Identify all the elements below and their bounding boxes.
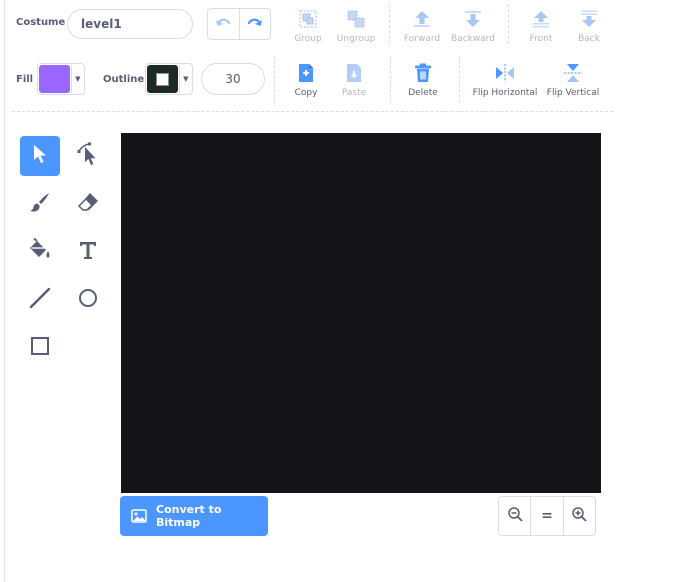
- rectangle-tool[interactable]: [20, 328, 60, 368]
- costume-name-input[interactable]: level1: [67, 9, 193, 39]
- separator: [389, 4, 390, 44]
- outline-color-picker[interactable]: ▼: [145, 63, 193, 95]
- backward-icon: [463, 8, 483, 30]
- text-icon: [78, 240, 98, 264]
- separator: [390, 56, 391, 102]
- front-label: Front: [529, 34, 553, 44]
- brush-tool[interactable]: [20, 184, 60, 224]
- eraser-icon: [77, 191, 99, 217]
- paste-button[interactable]: Paste: [338, 62, 370, 98]
- zoom-controls: =: [498, 496, 596, 536]
- back-label: Back: [578, 34, 600, 44]
- costume-label: Costume: [16, 17, 66, 28]
- reshape-tool[interactable]: [68, 136, 108, 176]
- group-icon: [298, 8, 318, 30]
- ungroup-button[interactable]: Ungroup: [336, 8, 376, 44]
- undo-icon: [215, 15, 231, 34]
- line-tool[interactable]: [20, 280, 60, 320]
- backward-label: Backward: [451, 34, 495, 44]
- outline-width-input[interactable]: 30: [201, 63, 265, 95]
- forward-label: Forward: [403, 34, 441, 44]
- redo-button[interactable]: [240, 9, 271, 39]
- undo-button[interactable]: [208, 9, 240, 39]
- caret-down-icon: ▼: [70, 65, 84, 93]
- outline-label: Outline: [103, 74, 145, 85]
- group-label: Group: [294, 34, 322, 44]
- paint-bucket-icon: [28, 237, 52, 266]
- flip-vertical-button[interactable]: Flip Vertical: [546, 62, 600, 98]
- flip-horizontal-icon: [494, 62, 516, 84]
- reshape-icon: [76, 142, 100, 170]
- back-button[interactable]: Back: [574, 8, 604, 44]
- toolbar-divider: [12, 111, 613, 112]
- backward-button[interactable]: Backward: [450, 8, 496, 44]
- zoom-reset-label: =: [541, 508, 553, 524]
- flip-vertical-label: Flip Vertical: [546, 88, 600, 98]
- front-icon: [531, 8, 551, 30]
- separator: [508, 4, 509, 44]
- redo-icon: [247, 15, 263, 34]
- paste-label: Paste: [341, 88, 367, 98]
- image-icon: [131, 509, 147, 523]
- copy-button[interactable]: Copy: [292, 62, 320, 98]
- caret-down-icon: ▼: [178, 65, 192, 93]
- front-button[interactable]: Front: [524, 8, 558, 44]
- ungroup-label: Ungroup: [336, 34, 376, 44]
- fill-swatch: [39, 65, 70, 93]
- brush-icon: [29, 191, 51, 217]
- zoom-reset-button[interactable]: =: [530, 497, 562, 535]
- zoom-in-icon: [571, 506, 587, 526]
- rectangle-icon: [29, 335, 51, 361]
- undo-redo-group: [207, 8, 271, 40]
- flip-horizontal-label: Flip Horizontal: [472, 88, 538, 98]
- back-icon: [579, 8, 599, 30]
- trash-icon: [414, 62, 432, 84]
- separator: [274, 56, 275, 102]
- select-tool[interactable]: [20, 136, 60, 176]
- eraser-tool[interactable]: [68, 184, 108, 224]
- delete-button[interactable]: Delete: [406, 62, 440, 98]
- copy-icon: [297, 62, 315, 84]
- zoom-out-icon: [507, 506, 523, 526]
- delete-label: Delete: [408, 88, 438, 98]
- ungroup-icon: [346, 8, 366, 30]
- line-icon: [29, 287, 51, 313]
- paste-icon: [345, 62, 363, 84]
- select-icon: [32, 144, 48, 168]
- fill-label: Fill: [16, 74, 34, 85]
- zoom-in-button[interactable]: [562, 497, 595, 535]
- convert-to-bitmap-label: Convert to Bitmap: [156, 503, 222, 529]
- left-border: [4, 0, 5, 582]
- circle-icon: [77, 287, 99, 313]
- text-tool[interactable]: [68, 232, 108, 272]
- fill-tool[interactable]: [20, 232, 60, 272]
- forward-button[interactable]: Forward: [402, 8, 442, 44]
- circle-tool[interactable]: [68, 280, 108, 320]
- zoom-out-button[interactable]: [499, 497, 530, 535]
- flip-horizontal-button[interactable]: Flip Horizontal: [472, 62, 538, 98]
- copy-label: Copy: [294, 88, 318, 98]
- paint-canvas[interactable]: [121, 133, 601, 493]
- group-button[interactable]: Group: [292, 8, 324, 44]
- outline-swatch: [147, 65, 178, 93]
- flip-vertical-icon: [563, 62, 583, 84]
- convert-to-bitmap-button[interactable]: Convert to Bitmap: [120, 496, 268, 536]
- forward-icon: [412, 8, 432, 30]
- fill-color-picker[interactable]: ▼: [37, 63, 85, 95]
- separator: [459, 56, 460, 102]
